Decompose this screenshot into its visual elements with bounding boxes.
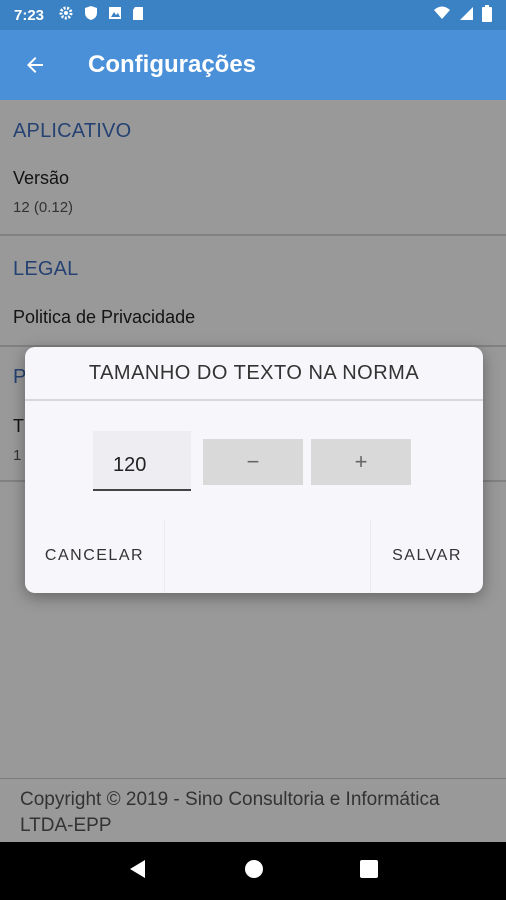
arrow-left-icon bbox=[27, 57, 43, 73]
square-recents-icon bbox=[360, 859, 378, 878]
triangle-back-icon bbox=[130, 859, 145, 878]
battery-icon bbox=[482, 4, 492, 26]
increment-button[interactable]: + bbox=[311, 439, 411, 485]
status-right-icons bbox=[433, 4, 492, 26]
decrement-button[interactable]: − bbox=[203, 439, 303, 485]
status-bar: 7:23 bbox=[0, 0, 506, 30]
back-button[interactable] bbox=[0, 30, 70, 100]
save-button[interactable]: SALVAR bbox=[371, 519, 483, 593]
wifi-icon bbox=[433, 6, 451, 24]
image-icon bbox=[108, 6, 122, 24]
nav-recents-button[interactable] bbox=[359, 859, 379, 884]
sd-card-icon bbox=[132, 6, 144, 25]
page-title: Configurações bbox=[88, 51, 257, 78]
nav-back-button[interactable] bbox=[127, 858, 149, 885]
text-size-stepper: 120 − + bbox=[93, 431, 413, 491]
text-size-dialog: TAMANHO DO TEXTO NA NORMA 120 − + CANCEL… bbox=[25, 347, 483, 593]
system-nav-bar bbox=[0, 842, 506, 900]
circle-home-icon bbox=[245, 859, 263, 878]
actions-spacer bbox=[165, 519, 371, 593]
signal-icon bbox=[459, 6, 474, 25]
cancel-button[interactable]: CANCELAR bbox=[25, 519, 165, 593]
shield-icon bbox=[84, 5, 98, 25]
dialog-actions: CANCELAR SALVAR bbox=[25, 519, 483, 593]
nav-home-button[interactable] bbox=[243, 858, 265, 885]
status-time: 7:23 bbox=[14, 6, 45, 24]
gear-icon bbox=[58, 5, 74, 25]
app-bar: Configurações bbox=[0, 30, 506, 100]
dialog-title: TAMANHO DO TEXTO NA NORMA bbox=[25, 347, 483, 401]
text-size-input[interactable]: 120 bbox=[93, 431, 191, 491]
